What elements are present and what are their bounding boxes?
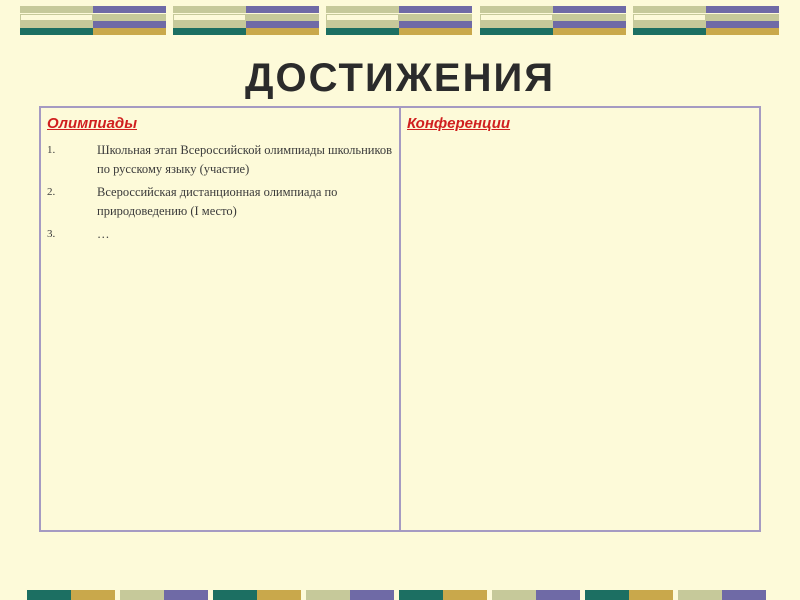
decorative-stripe <box>553 14 626 21</box>
decorative-stripe <box>678 590 722 600</box>
decorative-stripe <box>443 590 487 600</box>
decorative-stripe <box>706 14 779 21</box>
list-item-number: 2. <box>47 186 56 198</box>
bottom-decorative-band <box>0 590 800 600</box>
list-item: 2. Всероссийская дистанционная олимпиада… <box>47 183 393 221</box>
decorative-stripe <box>399 21 472 28</box>
decorative-stripe <box>27 590 71 600</box>
decorative-stripe <box>633 14 706 21</box>
decorative-stripe <box>173 14 246 21</box>
decorative-stripe <box>480 21 553 28</box>
decorative-stripe <box>553 6 626 13</box>
decorative-stripe <box>246 28 319 35</box>
decorative-stripe <box>553 28 626 35</box>
decorative-stripe <box>326 28 399 35</box>
decorative-stripe <box>399 590 443 600</box>
decorative-stripe <box>326 6 399 13</box>
decorative-stripe <box>164 590 208 600</box>
decorative-stripe <box>629 590 673 600</box>
decorative-stripe <box>706 21 779 28</box>
conferences-heading: Конференции <box>407 115 511 132</box>
decorative-stripe <box>93 21 166 28</box>
decorative-stripe-block <box>326 6 472 36</box>
decorative-stripe <box>306 590 350 600</box>
decorative-stripe <box>257 590 301 600</box>
decorative-stripe <box>480 6 553 13</box>
list-item-text: Школьная этап Всероссийской олимпиады шк… <box>97 143 393 176</box>
list-item-number: 1. <box>47 144 56 156</box>
olympiads-column: Олимпиады 1. Школьная этап Всероссийской… <box>41 108 401 530</box>
decorative-stripe-block <box>20 6 166 36</box>
slide-title: ДОСТИЖЕНИЯ <box>245 56 555 100</box>
decorative-stripe <box>633 6 706 13</box>
decorative-stripe <box>213 590 257 600</box>
decorative-stripe <box>536 590 580 600</box>
decorative-stripe <box>633 28 706 35</box>
decorative-stripe <box>350 590 394 600</box>
decorative-stripe <box>173 6 246 13</box>
decorative-stripe <box>173 28 246 35</box>
list-item-text: … <box>97 227 110 241</box>
decorative-stripe <box>93 6 166 13</box>
list-item-number: 3. <box>47 228 56 240</box>
list-item-text: Всероссийская дистанционная олимпиада по… <box>97 185 338 218</box>
decorative-stripe <box>93 28 166 35</box>
decorative-stripe <box>20 28 93 35</box>
decorative-stripe <box>585 590 629 600</box>
decorative-stripe <box>71 590 115 600</box>
decorative-stripe <box>553 21 626 28</box>
achievements-table: Олимпиады 1. Школьная этап Всероссийской… <box>39 106 761 532</box>
decorative-stripe <box>399 28 472 35</box>
decorative-stripe <box>399 6 472 13</box>
top-decorative-band <box>0 6 800 38</box>
decorative-stripe <box>173 21 246 28</box>
olympiads-heading: Олимпиады <box>47 115 138 132</box>
decorative-stripe <box>93 14 166 21</box>
list-item: 1. Школьная этап Всероссийской олимпиады… <box>47 141 393 179</box>
decorative-stripe <box>326 21 399 28</box>
decorative-stripe-block <box>173 6 319 36</box>
decorative-stripe <box>722 590 766 600</box>
decorative-stripe <box>706 6 779 13</box>
decorative-stripe-block <box>480 6 626 36</box>
decorative-stripe <box>706 28 779 35</box>
decorative-stripe <box>20 14 93 21</box>
decorative-stripe <box>399 14 472 21</box>
decorative-stripe <box>480 28 553 35</box>
decorative-stripe <box>120 590 164 600</box>
decorative-stripe <box>492 590 536 600</box>
decorative-stripe <box>246 6 319 13</box>
decorative-stripe <box>246 21 319 28</box>
decorative-stripe <box>20 6 93 13</box>
decorative-stripe <box>326 14 399 21</box>
conferences-column: Конференции <box>401 108 759 530</box>
decorative-stripe <box>246 14 319 21</box>
list-item: 3. … <box>47 225 393 244</box>
decorative-stripe-block <box>633 6 779 36</box>
decorative-stripe <box>480 14 553 21</box>
olympiads-list: 1. Школьная этап Всероссийской олимпиады… <box>47 141 393 244</box>
decorative-stripe <box>633 21 706 28</box>
decorative-stripe <box>20 21 93 28</box>
